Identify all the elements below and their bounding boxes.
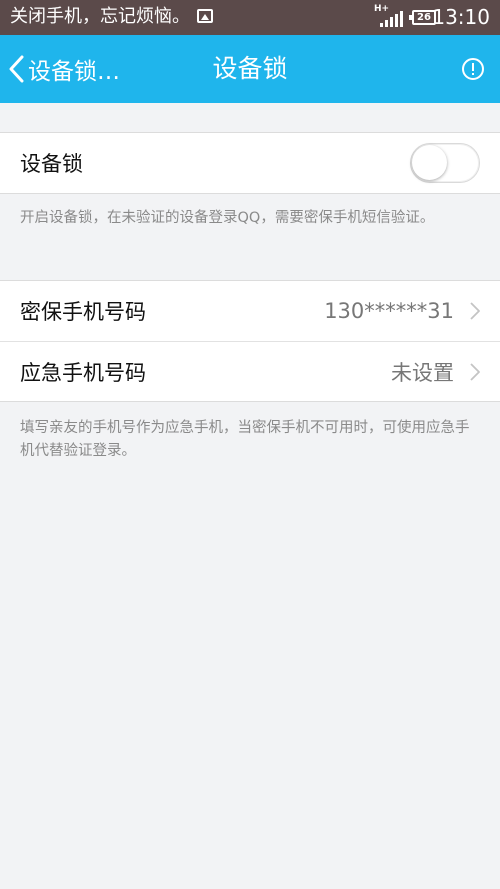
chevron-right-icon <box>470 362 480 381</box>
status-bar: 关闭手机，忘记烦恼。 H+ 26 13:10 <box>0 0 500 35</box>
chevron-right-icon <box>470 302 480 320</box>
image-notification-icon <box>197 9 213 23</box>
back-button[interactable]: 设备锁… <box>8 35 120 103</box>
device-lock-group: 设备锁 <box>0 132 500 194</box>
toggle-knob <box>412 145 447 180</box>
security-phone-label: 密保手机号码 <box>20 300 146 324</box>
nav-bar: 设备锁… 设备锁 <box>0 35 500 103</box>
notification-ticker: 关闭手机，忘记烦恼。 <box>10 6 190 27</box>
device-lock-toggle[interactable] <box>410 143 480 183</box>
emergency-phone-label: 应急手机号码 <box>20 360 146 385</box>
phones-group: 密保手机号码 130******31 应急手机号码 未设置 <box>0 280 500 402</box>
back-label: 设备锁… <box>28 59 120 85</box>
emergency-phone-row[interactable]: 应急手机号码 未设置 <box>0 341 500 401</box>
security-phone-value: 130******31 <box>324 299 454 323</box>
info-icon[interactable] <box>462 58 484 80</box>
signal-icon <box>380 11 404 27</box>
device-lock-label: 设备锁 <box>20 152 83 176</box>
emergency-phone-value: 未设置 <box>391 360 454 385</box>
chevron-left-icon <box>9 55 24 83</box>
emergency-phone-description: 填写亲友的手机号作为应急手机，当密保手机不可用时，可使用应急手机代替验证登录。 <box>20 420 470 459</box>
status-clock: 13:10 <box>432 5 490 29</box>
device-lock-description: 开启设备锁，在未验证的设备登录QQ，需要密保手机短信验证。 <box>20 210 435 226</box>
security-phone-row[interactable]: 密保手机号码 130******31 <box>0 281 500 341</box>
device-lock-row: 设备锁 <box>0 133 500 193</box>
